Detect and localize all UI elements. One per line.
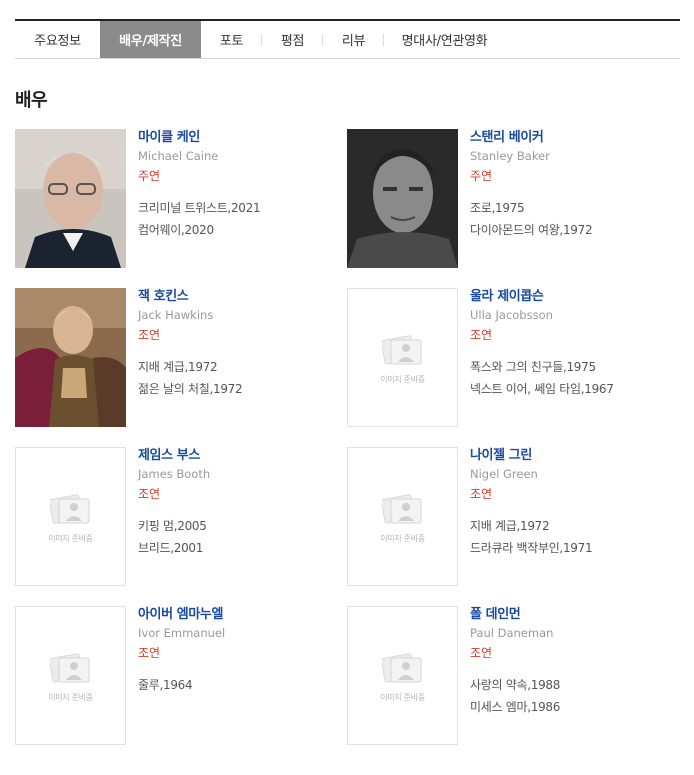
tab-label: 명대사/연관영화 — [401, 34, 488, 49]
actor-role: 주연 — [138, 169, 161, 183]
actor-photo-placeholder[interactable]: 이미지 준비중 — [15, 447, 126, 586]
actor-info: 울라 제이콥슨 Ulla Jacobsson 조연폭스와 그의 친구들,1975 넥스… — [470, 288, 670, 400]
tab-main-info[interactable]: 주요정보 — [15, 21, 100, 58]
actor-name-en: Ivor Emmanuel — [138, 626, 226, 640]
filmography-item[interactable]: 미세스 엠마,1986 — [470, 696, 670, 718]
actor-photo[interactable] — [347, 129, 458, 268]
actor-name-en: Jack Hawkins — [138, 308, 214, 322]
filmography-item[interactable]: 드라큐라 백작부인,1971 — [470, 537, 670, 559]
actor-name-kr[interactable]: 울라 제이콥슨 — [470, 288, 670, 305]
filmography-list: 사랑의 약속,1988 미세스 엠마,1986 — [470, 674, 670, 718]
actor-photo-placeholder[interactable]: 이미지 준비중 — [347, 606, 458, 745]
placeholder-text: 이미지 준비중 — [380, 693, 425, 702]
actor-name-kr[interactable]: 나이젤 그린 — [470, 447, 670, 464]
filmography-list: 크리미널 트위스트,2021 컴어웨이,2020 — [138, 197, 338, 241]
cast-card: 스탠리 베이커 Stanley Baker 주연조로,1975 다이아몬드의 여왕,1… — [347, 129, 667, 269]
tab-label: 평점 — [280, 34, 305, 49]
filmography-item[interactable]: 넥스트 이어, 쎄임 타임,1967 — [470, 378, 670, 400]
actor-name-en: Nigel Green — [470, 467, 538, 481]
actor-info: 나이젤 그린 Nigel Green 조연지배 계급,1972 드라큐라 백작부인,1… — [470, 447, 670, 559]
actor-role: 조연 — [470, 646, 493, 660]
filmography-list: 조로,1975 다이아몬드의 여왕,1972 — [470, 197, 670, 241]
filmography-list: 폭스와 그의 친구들,1975 넥스트 이어, 쎄임 타임,1967 — [470, 356, 670, 400]
tab-review[interactable]: 리뷰 — [323, 21, 384, 58]
filmography-item[interactable]: 사랑의 약속,1988 — [470, 674, 670, 696]
filmography-item[interactable]: 폭스와 그의 친구들,1975 — [470, 356, 670, 378]
actor-role: 조연 — [470, 487, 493, 501]
actor-name-en: James Booth — [138, 467, 211, 481]
cast-card: 이미지 준비중 나이젤 그린 Nigel Green 조연지배 계급,1972 드라큐라… — [347, 447, 667, 587]
filmography-item[interactable]: 브리드,2001 — [138, 537, 338, 559]
actor-photo-placeholder[interactable]: 이미지 준비중 — [15, 606, 126, 745]
actor-name-kr[interactable]: 제임스 부스 — [138, 447, 338, 464]
filmography-item[interactable]: 조로,1975 — [470, 197, 670, 219]
cast-card: 마이클 케인 Michael Caine 주연크리미널 트위스트,2021 컴어웨이,… — [15, 129, 335, 269]
filmography-item[interactable]: 지배 계급,1972 — [470, 515, 670, 537]
image-placeholder-icon — [50, 650, 92, 688]
actor-info: 마이클 케인 Michael Caine 주연크리미널 트위스트,2021 컴어웨이,… — [138, 129, 338, 241]
image-placeholder-icon — [50, 491, 92, 529]
placeholder-text: 이미지 준비중 — [380, 375, 425, 384]
filmography-list: 줄루,1964 — [138, 674, 338, 696]
actor-name-kr[interactable]: 잭 호킨스 — [138, 288, 338, 305]
tab-bar: 주요정보 배우/제작진 포토 평점 리뷰 명대사/연관영화 — [15, 19, 680, 59]
tab-cast-crew[interactable]: 배우/제작진 — [100, 21, 201, 58]
cast-card: 이미지 준비중 아이버 엠마누엘 Ivor Emmanuel 조연줄루,1964 — [15, 606, 335, 746]
actor-info: 제임스 부스 James Booth 조연키핑 멈,2005 브리드,2001 — [138, 447, 338, 559]
actor-name-kr[interactable]: 마이클 케인 — [138, 129, 338, 146]
placeholder-text: 이미지 준비중 — [380, 534, 425, 543]
placeholder-text: 이미지 준비중 — [48, 693, 93, 702]
actor-role: 조연 — [138, 487, 161, 501]
cast-card: 잭 호킨스 Jack Hawkins 조연지배 계급,1972 젊은 날의 처칠,19… — [15, 288, 335, 428]
tab-label: 포토 — [219, 34, 244, 49]
tab-quotes-related[interactable]: 명대사/연관영화 — [384, 21, 505, 58]
cast-card: 이미지 준비중 폴 데인먼 Paul Daneman 조연사랑의 약속,1988 미세스… — [347, 606, 667, 746]
tab-photo[interactable]: 포토 — [201, 21, 262, 58]
actor-photo-placeholder[interactable]: 이미지 준비중 — [347, 447, 458, 586]
filmography-item[interactable]: 지배 계급,1972 — [138, 356, 338, 378]
actor-photo[interactable] — [15, 129, 126, 268]
image-placeholder-icon — [382, 332, 424, 370]
actor-name-kr[interactable]: 폴 데인먼 — [470, 606, 670, 623]
actor-role: 조연 — [138, 646, 161, 660]
cast-card: 이미지 준비중 울라 제이콥슨 Ulla Jacobsson 조연폭스와 그의 친구들… — [347, 288, 667, 428]
filmography-item[interactable]: 키핑 멈,2005 — [138, 515, 338, 537]
filmography-list: 지배 계급,1972 젊은 날의 처칠,1972 — [138, 356, 338, 400]
actor-name-en: Ulla Jacobsson — [470, 308, 553, 322]
filmography-item[interactable]: 젊은 날의 처칠,1972 — [138, 378, 338, 400]
placeholder-text: 이미지 준비중 — [48, 534, 93, 543]
actor-info: 스탠리 베이커 Stanley Baker 주연조로,1975 다이아몬드의 여왕,1… — [470, 129, 670, 241]
actor-photo-placeholder[interactable]: 이미지 준비중 — [347, 288, 458, 427]
tab-label: 리뷰 — [341, 34, 366, 49]
actor-name-kr[interactable]: 스탠리 베이커 — [470, 129, 670, 146]
filmography-list: 키핑 멈,2005 브리드,2001 — [138, 515, 338, 559]
actor-role: 주연 — [470, 169, 493, 183]
tab-label: 주요정보 — [34, 34, 81, 49]
actor-name-en: Stanley Baker — [470, 149, 550, 163]
image-placeholder-icon — [382, 650, 424, 688]
image-placeholder-icon — [382, 491, 424, 529]
actor-role: 조연 — [138, 328, 161, 342]
actor-name-en: Michael Caine — [138, 149, 219, 163]
section-title: 배우 — [15, 90, 48, 111]
actor-name-kr[interactable]: 아이버 엠마누엘 — [138, 606, 338, 623]
actor-info: 폴 데인먼 Paul Daneman 조연사랑의 약속,1988 미세스 엠마,198… — [470, 606, 670, 718]
actor-info: 잭 호킨스 Jack Hawkins 조연지배 계급,1972 젊은 날의 처칠,19… — [138, 288, 338, 400]
tab-label: 배우/제작진 — [119, 34, 182, 49]
actor-role: 조연 — [470, 328, 493, 342]
tab-rating[interactable]: 평점 — [262, 21, 323, 58]
filmography-item[interactable]: 다이아몬드의 여왕,1972 — [470, 219, 670, 241]
actor-photo[interactable] — [15, 288, 126, 427]
filmography-item[interactable]: 크리미널 트위스트,2021 — [138, 197, 338, 219]
actor-name-en: Paul Daneman — [470, 626, 554, 640]
actor-info: 아이버 엠마누엘 Ivor Emmanuel 조연줄루,1964 — [138, 606, 338, 696]
cast-card: 이미지 준비중 제임스 부스 James Booth 조연키핑 멈,2005 브리드,2… — [15, 447, 335, 587]
filmography-list: 지배 계급,1972 드라큐라 백작부인,1971 — [470, 515, 670, 559]
filmography-item[interactable]: 줄루,1964 — [138, 674, 338, 696]
filmography-item[interactable]: 컴어웨이,2020 — [138, 219, 338, 241]
